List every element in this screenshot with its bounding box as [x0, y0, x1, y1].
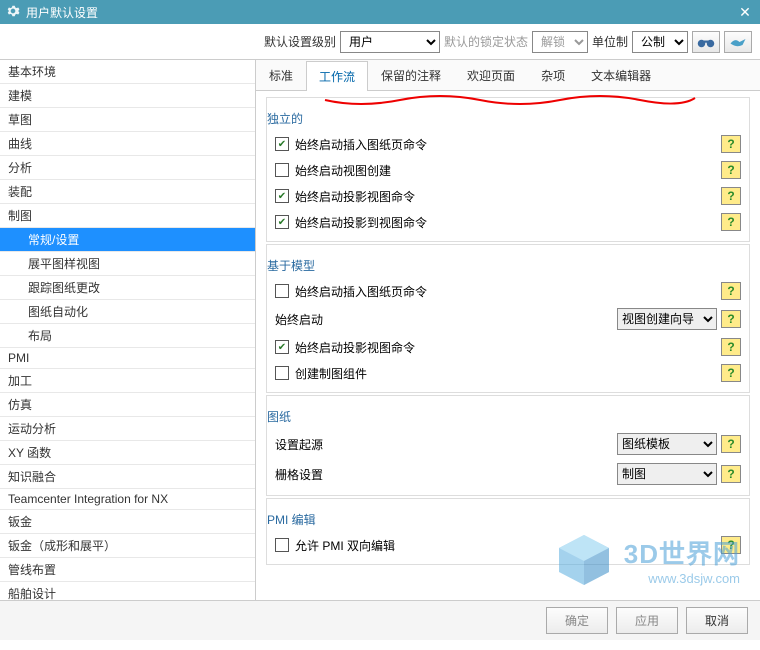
- tab-bar: 标准工作流保留的注释欢迎页面杂项文本编辑器: [256, 60, 760, 91]
- setting-select[interactable]: 视图创建向导: [617, 308, 717, 330]
- tab[interactable]: 文本编辑器: [578, 60, 664, 90]
- setting-row: 创建制图组件?: [267, 360, 749, 386]
- checkbox[interactable]: [275, 163, 289, 177]
- setting-label: 始终启动投影到视图命令: [295, 214, 427, 231]
- setting-label: 始终启动视图创建: [295, 162, 391, 179]
- setting-label: 始终启动插入图纸页命令: [295, 283, 427, 300]
- tree-item[interactable]: 展平图样视图: [0, 252, 255, 276]
- setting-label: 始终启动: [275, 311, 323, 328]
- help-icon[interactable]: ?: [721, 435, 741, 453]
- tree-item[interactable]: 钣金（成形和展平）: [0, 534, 255, 558]
- setting-row: ✔ 始终启动投影视图命令?: [267, 183, 749, 209]
- tree-item[interactable]: 钣金: [0, 510, 255, 534]
- toolbar: 默认设置级别 用户 默认的锁定状态 解锁 单位制 公制: [0, 24, 760, 60]
- setting-row: 栅格设置 制图?: [267, 459, 749, 489]
- group-title: PMI 编辑: [267, 507, 749, 532]
- window-title: 用户默认设置: [26, 4, 98, 21]
- tree-item[interactable]: 知识融合: [0, 465, 255, 489]
- help-icon[interactable]: ?: [721, 161, 741, 179]
- nav-tree[interactable]: 基本环境建模草图曲线分析装配制图常规/设置展平图样视图跟踪图纸更改图纸自动化布局…: [0, 60, 256, 600]
- tab[interactable]: 杂项: [528, 60, 578, 90]
- tree-item[interactable]: 草图: [0, 108, 255, 132]
- checkbox[interactable]: [275, 366, 289, 380]
- tree-item[interactable]: 制图: [0, 204, 255, 228]
- tree-item[interactable]: 管线布置: [0, 558, 255, 582]
- binoculars-icon[interactable]: [692, 31, 720, 53]
- tree-item[interactable]: XY 函数: [0, 441, 255, 465]
- setting-select[interactable]: 制图: [617, 463, 717, 485]
- setting-row: 始终启动视图创建?: [267, 157, 749, 183]
- close-icon[interactable]: ✕: [736, 4, 754, 21]
- setting-label: 允许 PMI 双向编辑: [295, 537, 395, 554]
- help-icon[interactable]: ?: [721, 338, 741, 356]
- tab[interactable]: 欢迎页面: [454, 60, 528, 90]
- checkbox[interactable]: ✔: [275, 137, 289, 151]
- setting-label: 始终启动投影视图命令: [295, 339, 415, 356]
- setting-select[interactable]: 图纸模板: [617, 433, 717, 455]
- lock-label: 默认的锁定状态: [444, 33, 528, 50]
- gear-icon: [6, 4, 20, 21]
- help-icon[interactable]: ?: [721, 536, 741, 554]
- setting-row: 允许 PMI 双向编辑?: [267, 532, 749, 558]
- setting-label: 设置起源: [275, 436, 323, 453]
- tree-item[interactable]: 运动分析: [0, 417, 255, 441]
- help-icon[interactable]: ?: [721, 282, 741, 300]
- cancel-button[interactable]: 取消: [686, 607, 748, 634]
- help-icon[interactable]: ?: [721, 135, 741, 153]
- footer: 确定 应用 取消: [0, 600, 760, 640]
- setting-label: 始终启动插入图纸页命令: [295, 136, 427, 153]
- help-icon[interactable]: ?: [721, 364, 741, 382]
- tree-item[interactable]: 跟踪图纸更改: [0, 276, 255, 300]
- help-icon[interactable]: ?: [721, 213, 741, 231]
- setting-row: 始终启动插入图纸页命令?: [267, 278, 749, 304]
- setting-row: ✔ 始终启动投影视图命令?: [267, 334, 749, 360]
- setting-label: 栅格设置: [275, 466, 323, 483]
- tree-item[interactable]: 曲线: [0, 132, 255, 156]
- tab[interactable]: 工作流: [306, 61, 368, 91]
- setting-row: 设置起源 图纸模板?: [267, 429, 749, 459]
- tab[interactable]: 标准: [256, 60, 306, 90]
- settings-panel: 独立的✔始终启动插入图纸页命令?始终启动视图创建?✔始终启动投影视图命令?✔始终…: [256, 91, 760, 600]
- bird-icon[interactable]: [724, 31, 752, 53]
- apply-button[interactable]: 应用: [616, 607, 678, 634]
- level-label: 默认设置级别: [264, 33, 336, 50]
- unit-label: 单位制: [592, 33, 628, 50]
- checkbox[interactable]: [275, 284, 289, 298]
- group-title: 基于模型: [267, 253, 749, 278]
- tree-item[interactable]: 装配: [0, 180, 255, 204]
- tree-item[interactable]: 建模: [0, 84, 255, 108]
- tree-item[interactable]: Teamcenter Integration for NX: [0, 489, 255, 510]
- tree-item[interactable]: 加工: [0, 369, 255, 393]
- ok-button[interactable]: 确定: [546, 607, 608, 634]
- help-icon[interactable]: ?: [721, 310, 741, 328]
- setting-row: 始终启动 视图创建向导?: [267, 304, 749, 334]
- level-select[interactable]: 用户: [340, 31, 440, 53]
- setting-row: ✔ 始终启动插入图纸页命令?: [267, 131, 749, 157]
- checkbox[interactable]: ✔: [275, 189, 289, 203]
- checkbox[interactable]: ✔: [275, 340, 289, 354]
- tree-item[interactable]: 船舶设计: [0, 582, 255, 600]
- setting-row: ✔ 始终启动投影到视图命令?: [267, 209, 749, 235]
- help-icon[interactable]: ?: [721, 465, 741, 483]
- tree-item[interactable]: 仿真: [0, 393, 255, 417]
- tab[interactable]: 保留的注释: [368, 60, 454, 90]
- tree-item[interactable]: 图纸自动化: [0, 300, 255, 324]
- checkbox[interactable]: ✔: [275, 215, 289, 229]
- setting-label: 创建制图组件: [295, 365, 367, 382]
- lock-select[interactable]: 解锁: [532, 31, 588, 53]
- tree-item[interactable]: 常规/设置: [0, 228, 255, 252]
- tree-item[interactable]: 分析: [0, 156, 255, 180]
- unit-select[interactable]: 公制: [632, 31, 688, 53]
- tree-item[interactable]: 布局: [0, 324, 255, 348]
- group-title: 图纸: [267, 404, 749, 429]
- setting-label: 始终启动投影视图命令: [295, 188, 415, 205]
- help-icon[interactable]: ?: [721, 187, 741, 205]
- titlebar: 用户默认设置 ✕: [0, 0, 760, 24]
- checkbox[interactable]: [275, 538, 289, 552]
- tree-item[interactable]: 基本环境: [0, 60, 255, 84]
- tree-item[interactable]: PMI: [0, 348, 255, 369]
- group-title: 独立的: [267, 106, 749, 131]
